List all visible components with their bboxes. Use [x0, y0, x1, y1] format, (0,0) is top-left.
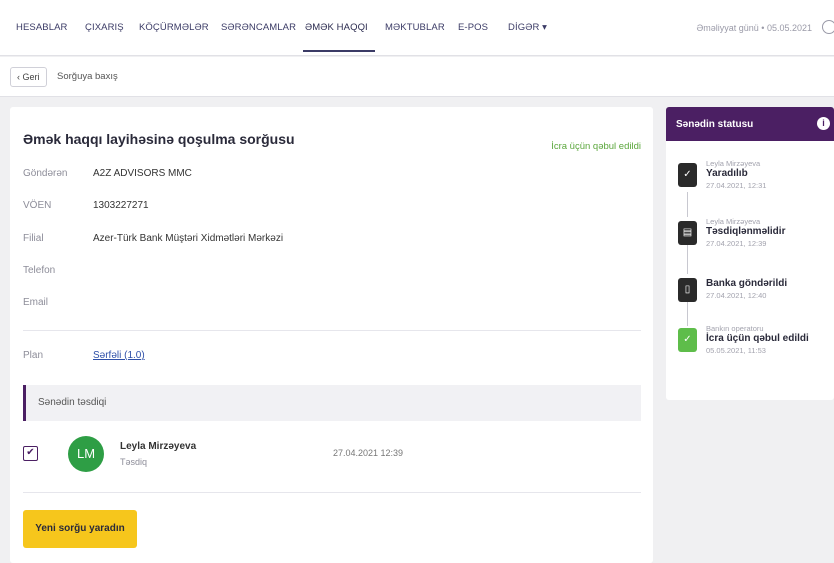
nav-item-accounts[interactable]: HESABLAR	[16, 22, 68, 33]
sender-label: Göndərən	[23, 168, 68, 179]
new-request-button[interactable]: Yeni sorğu yaradın	[23, 510, 137, 548]
info-icon[interactable]: i	[817, 117, 830, 130]
document-icon: ▤	[678, 221, 697, 245]
nav-item-epos[interactable]: E-POS	[458, 22, 488, 33]
step-user: Bankın operatoru	[706, 324, 764, 333]
divider	[23, 330, 641, 331]
document-status-panel: Sənədin statusu i ✓ Leyla Mirzəyeva Yara…	[666, 107, 834, 400]
nav-item-orders[interactable]: SƏRƏNCAMLAR	[221, 22, 296, 33]
breadcrumb-current: Sorğuya baxış	[57, 71, 118, 82]
step-date: 27.04.2021, 12:39	[706, 239, 767, 248]
step-user: Leyla Mirzəyeva	[706, 217, 761, 226]
nav-item-letters[interactable]: MƏKTUBLAR	[385, 22, 445, 33]
step-title: Təsdiqlənməlidir	[706, 226, 786, 237]
status-step: ▤ Leyla Mirzəyeva Təsdiqlənməlidir 27.04…	[678, 217, 828, 257]
branch-value: Azer-Türk Bank Müştəri Xidmətləri Mərkəz…	[93, 233, 284, 244]
step-date: 05.05.2021, 11:53	[706, 346, 766, 355]
check-icon: ✓	[678, 163, 697, 187]
step-title: Banka göndərildi	[706, 278, 788, 289]
phone-label: Telefon	[23, 265, 56, 276]
email-label: Email	[23, 297, 49, 308]
step-title: İcra üçün qəbul edildi	[706, 333, 809, 344]
divider	[23, 492, 641, 493]
avatar: LM	[68, 436, 104, 472]
check-icon: ✓	[678, 328, 697, 352]
back-button[interactable]: ‹ Geri	[10, 67, 47, 87]
approval-timestamp: 27.04.2021 12:39	[333, 448, 404, 458]
status-badge: İcra üçün qəbul edildi	[551, 141, 641, 152]
approver-name: Leyla Mirzəyeva	[120, 441, 197, 452]
nav-item-salary[interactable]: ƏMƏK HAQQI	[305, 22, 368, 33]
tax-id-value: 1303227271	[93, 200, 149, 211]
tax-id-label: VÖEN	[23, 200, 52, 211]
plan-link[interactable]: Sərfəli (1.0)	[93, 350, 145, 361]
status-step: ▯ Banka göndərildi 27.04.2021, 12:40	[678, 274, 828, 314]
status-panel-header: Sənədin statusu i	[666, 107, 834, 141]
plan-label: Plan	[23, 350, 44, 361]
breadcrumb: ‹ Geri Sorğuya baxış	[0, 57, 834, 97]
operational-day: Əməliyyat günü • 05.05.2021	[696, 23, 813, 33]
status-panel-title: Sənədin statusu	[676, 119, 754, 130]
sender-value: A2Z ADVISORS MMC	[93, 168, 192, 179]
active-tab-indicator	[303, 50, 375, 52]
status-step: ✓ Leyla Mirzəyeva Yaradılıb 27.04.2021, …	[678, 159, 828, 199]
status-step: ✓ Bankın operatoru İcra üçün qəbul edild…	[678, 324, 828, 364]
nav-item-transfers[interactable]: KÖÇÜRMƏLƏR	[139, 22, 209, 33]
step-title: Yaradılıb	[706, 168, 748, 179]
nav-item-statement[interactable]: ÇIXARIŞ	[85, 22, 124, 33]
approver-role: Təsdiq	[120, 457, 148, 467]
step-date: 27.04.2021, 12:40	[706, 291, 767, 300]
request-card: Əmək haqqı layihəsinə qoşulma sorğusu İc…	[10, 107, 653, 563]
step-user: Leyla Mirzəyeva	[706, 159, 761, 168]
nav-item-other-dropdown[interactable]: DİGƏR ▾	[508, 22, 547, 33]
clock-icon[interactable]	[822, 20, 834, 34]
top-navigation: HESABLAR ÇIXARIŞ KÖÇÜRMƏLƏR SƏRƏNCAMLAR …	[0, 0, 834, 56]
approval-section-title: Sənədin təsdiqi	[38, 397, 107, 408]
phone-icon: ▯	[678, 278, 697, 302]
branch-label: Filial	[23, 233, 44, 244]
approval-section-header: Sənədin təsdiqi	[23, 385, 641, 421]
step-date: 27.04.2021, 12:31	[706, 181, 767, 190]
approval-checkbox[interactable]: ✔	[23, 446, 38, 461]
page-title: Əmək haqqı layihəsinə qoşulma sorğusu	[23, 131, 295, 147]
